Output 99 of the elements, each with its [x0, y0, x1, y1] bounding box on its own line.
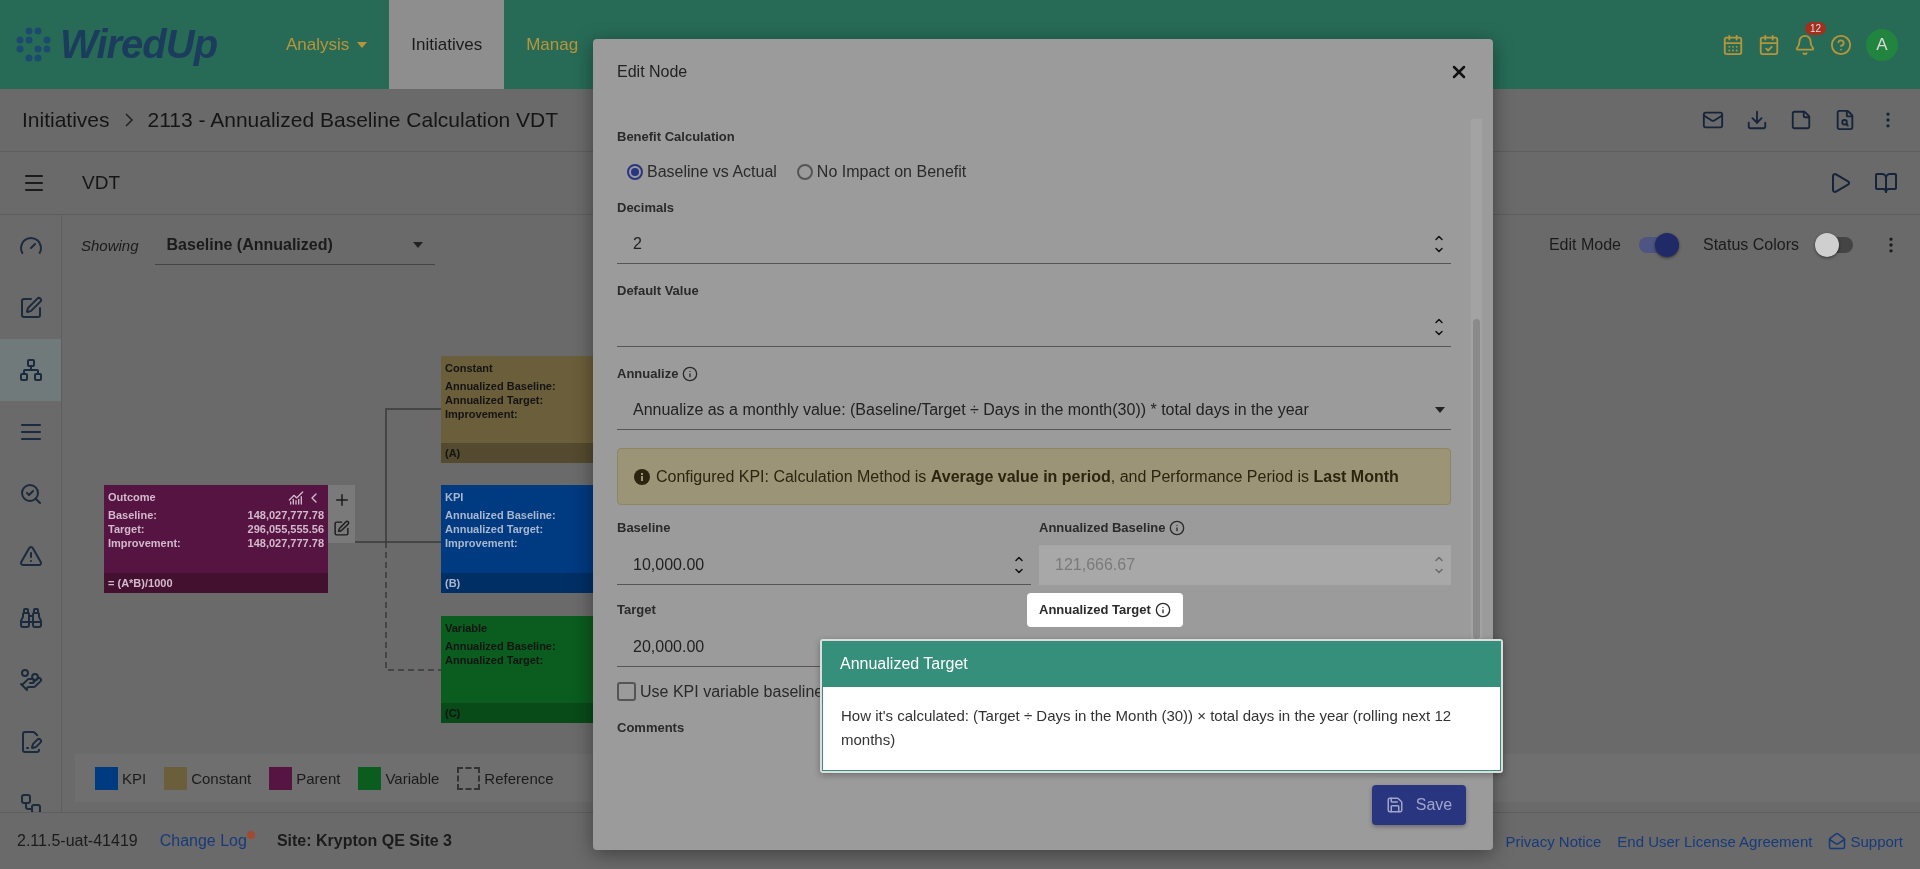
field-label: Comments — [617, 719, 685, 737]
version-text: 2.11.5-uat-41419 — [17, 832, 138, 850]
file-search-icon[interactable] — [1834, 109, 1856, 131]
legend-label: Variable — [385, 769, 440, 787]
node-label: Annualized Baseline: — [445, 639, 556, 653]
site-name: Site: Krypton QE Site 3 — [276, 832, 452, 850]
footer-link[interactable]: End User License Agreement — [1617, 832, 1813, 850]
annualize-dropdown[interactable]: Annualize as a monthly value: (Baseline/Target ÷ Days in the month(30)) * total days in the year — [617, 390, 1451, 430]
field-label: Target — [617, 601, 656, 619]
node-label: Improvement: — [445, 536, 518, 550]
workflow-icon — [18, 792, 43, 812]
warning-icon — [18, 544, 43, 568]
node-label: Improvement: — [108, 536, 181, 550]
node-value: 148,027,777.78 — [247, 536, 324, 550]
node-label: Baseline: — [108, 508, 157, 522]
node-label: Improvement: — [445, 407, 518, 421]
caret-icon — [1435, 406, 1445, 413]
diagram-node[interactable]: KPI Annualized Baseline: Annualized Target: Improvement: (B) — [441, 485, 593, 593]
save-button[interactable]: Save — [1372, 785, 1466, 825]
footer-link[interactable]: Privacy Notice — [1505, 832, 1602, 850]
chevron-icon — [123, 112, 134, 128]
node-value: 296,055,555.56 — [247, 522, 324, 536]
dialog-title: Edit Node — [617, 63, 688, 81]
page-title: 2113 - Annualized Baseline Calculation VDT — [147, 108, 559, 132]
legend-label: KPI — [122, 769, 147, 787]
node-label: Target: — [108, 522, 145, 536]
help-icon[interactable] — [1830, 33, 1852, 56]
node-value: 148,027,777.78 — [247, 508, 324, 522]
node-label: Annualized Baseline: — [445, 508, 556, 522]
change-log-link[interactable]: Change Log — [159, 832, 247, 850]
info-icon[interactable] — [1154, 602, 1171, 618]
support-link[interactable]: Support — [1828, 832, 1903, 850]
new-dot — [246, 831, 255, 839]
calendar-icon[interactable] — [1722, 33, 1744, 56]
number-field[interactable]: 2 — [617, 224, 1451, 264]
node-footer: (A) — [441, 443, 593, 463]
tooltip-text: How it's calculated: (Target ÷ Days in the Month (30)) × total days in the year (rolling next 12 months) — [822, 687, 1501, 771]
node-footer: = (A*B)/1000 — [104, 573, 328, 593]
nav-tab[interactable]: Initiatives — [389, 0, 505, 89]
toggle-label: Status Colors — [1702, 236, 1799, 254]
book-icon[interactable] — [1874, 171, 1898, 195]
legend-swatch — [95, 766, 118, 790]
node-title: Variable — [444, 621, 489, 636]
breadcrumb-link[interactable]: Initiatives — [22, 108, 110, 132]
download-icon[interactable] — [1746, 109, 1768, 131]
showing-label: Showing — [81, 236, 139, 254]
node-label: Annualized Target: — [445, 653, 544, 667]
legend-swatch — [358, 766, 382, 790]
save-icon — [1385, 796, 1404, 814]
scrollbar[interactable] — [1471, 119, 1482, 639]
info-icon — [634, 468, 650, 485]
legend-label: Parent — [296, 769, 341, 787]
view-dropdown[interactable]: Baseline (Annualized) — [154, 225, 435, 265]
user-avatar[interactable]: A — [1866, 28, 1898, 61]
node-title: KPI — [444, 490, 465, 505]
legend-label: Reference — [484, 769, 554, 787]
legend-swatch — [269, 766, 293, 790]
legend-label: Constant — [191, 769, 252, 787]
diagram-node[interactable]: Outcome Baseline: 148,027,777.78 Target: 296,055,555.56 Improvement: 148,027,777.78 = (A*B)/1000 — [104, 485, 328, 593]
legend-swatch — [164, 766, 188, 790]
field-label: Default Value — [617, 282, 699, 300]
sidebar-item[interactable] — [0, 339, 61, 401]
nav-tab[interactable]: Manag — [504, 0, 601, 89]
legend-swatch — [457, 766, 481, 790]
node-footer: (B) — [441, 573, 593, 593]
section-title: VDT — [82, 172, 120, 194]
diagram-node[interactable]: Constant Annualized Baseline: Annualized Target: Improvement: (A) — [441, 356, 593, 463]
field-label-text: Annualized Target — [1039, 601, 1151, 619]
edit-icon — [18, 296, 43, 320]
binoculars-icon — [18, 606, 43, 630]
caret-icon — [412, 241, 423, 248]
field-label: Annualized Baseline — [1039, 519, 1166, 537]
hand-coins-icon — [18, 668, 43, 692]
field-label: Decimals — [617, 199, 675, 217]
hierarchy-icon — [18, 358, 43, 382]
tooltip-title: Annualized Target — [822, 641, 1501, 687]
node-label: Annualized Baseline: — [445, 379, 556, 393]
mail-icon[interactable] — [1702, 109, 1724, 131]
alert-text: Configured KPI: Calculation Method is Average value in period, and Performance Period is Last Month — [656, 467, 1399, 486]
node-label: Annualized Target: — [445, 522, 544, 536]
bell-icon[interactable] — [1794, 33, 1816, 56]
support-icon — [1828, 832, 1847, 850]
field-label: Baseline — [617, 519, 671, 537]
edit-icon[interactable] — [333, 520, 350, 538]
node-label: Annualized Target: — [445, 393, 544, 407]
field-label: Annualize — [617, 365, 679, 383]
number-field[interactable]: 10,000.00 — [617, 545, 1031, 585]
note-icon[interactable] — [1790, 109, 1812, 131]
radio-option[interactable]: No Impact on Benefit — [796, 163, 967, 181]
nav-tab[interactable]: Analysis — [264, 0, 390, 89]
field-label: Benefit Calculation — [617, 128, 735, 146]
node-title: Constant — [444, 361, 494, 376]
radio-option[interactable]: Baseline vs Actual — [627, 163, 777, 181]
toggle-label: Edit Mode — [1548, 236, 1621, 254]
node-title: Outcome — [107, 490, 157, 505]
notification-count: 12 — [1804, 21, 1826, 35]
search-icon — [18, 482, 43, 506]
chart-icon[interactable] — [288, 490, 304, 506]
calendar-check-icon[interactable] — [1758, 33, 1780, 56]
